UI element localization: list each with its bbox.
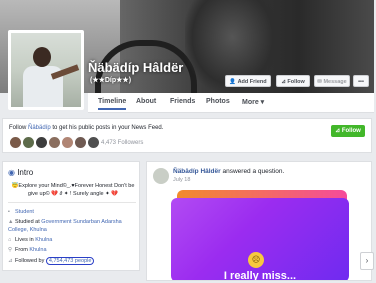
avatar[interactable] (87, 136, 100, 149)
intro-row-work: ▪ Student (8, 209, 34, 215)
post-date[interactable]: July 18 (173, 177, 190, 183)
add-friend-icon: 👤 (229, 79, 238, 85)
next-arrow-button[interactable]: › (360, 252, 374, 270)
intro-row-education: ▲ Studied at Government Sundarban Adarsha… (8, 219, 122, 233)
globe-icon: ◉ (8, 168, 18, 177)
more-options-button[interactable]: ••• (353, 75, 369, 87)
follow-bar: Follow Ňäbädíp to get his public posts i… (2, 118, 372, 153)
intro-bio: 😇Explore your Mind©_.♥Forever Honest Don… (11, 183, 135, 197)
follow-name-link[interactable]: Ňäbädíp (28, 125, 51, 131)
post-avatar[interactable] (153, 168, 169, 184)
message-button[interactable]: ✉ Message (314, 75, 350, 87)
avatar[interactable] (48, 136, 61, 149)
briefcase-icon: ▪ (8, 209, 10, 215)
avatar[interactable] (9, 136, 22, 149)
graduation-cap-icon: ▲ (8, 219, 14, 225)
avatar[interactable] (74, 136, 87, 149)
sad-face-icon: ☹ (248, 252, 264, 268)
follow-prompt: Follow Ňäbädíp to get his public posts i… (9, 125, 164, 131)
profile-subtitle: (★★Díp★★) (90, 77, 132, 84)
divider (8, 202, 136, 203)
avatar[interactable] (61, 136, 74, 149)
profile-nav: Timeline About Friends Photos More ▾ (88, 93, 374, 113)
intro-card: ◉ Intro 😇Explore your Mind©_.♥Forever Ho… (2, 161, 140, 271)
add-friend-button[interactable]: 👤 Add Friend (225, 75, 271, 87)
profile-name[interactable]: Ňäbädíp Hâldër (88, 60, 183, 75)
tab-more[interactable]: More ▾ (242, 98, 264, 106)
profile-picture[interactable] (8, 30, 84, 110)
follow-button[interactable]: ⊿ Follow (276, 75, 310, 87)
rss-icon: ⊿ (335, 128, 342, 134)
tab-about[interactable]: About (136, 98, 156, 105)
follow-green-button[interactable]: ⊿ Follow (331, 125, 365, 137)
intro-row-followed: ⊿ Followed by 4,754,473 people (8, 257, 95, 265)
location-pin-icon: ⚲ (8, 247, 13, 253)
rss-icon: ⊿ (8, 258, 13, 264)
tab-friends[interactable]: Friends (170, 98, 195, 105)
tab-photos[interactable]: Photos (206, 98, 230, 105)
avatar[interactable] (22, 136, 35, 149)
tab-timeline[interactable]: Timeline (98, 98, 127, 110)
post-card-text: I really miss... (223, 270, 297, 281)
avatar[interactable] (35, 136, 48, 149)
intro-row-from: ⚲ From Khulna (8, 247, 47, 253)
followers-count[interactable]: 4,473 Followers (101, 140, 143, 146)
post-author-link[interactable]: Ňäbädíp Hâldër (173, 168, 221, 175)
post-header: Ňäbädíp Hâldër answered a question. (173, 168, 285, 175)
post-card: Ňäbädíp Hâldër answered a question. July… (146, 161, 372, 281)
profile-figure-head (33, 47, 51, 67)
intro-header: ◉ Intro (8, 168, 34, 177)
post-image-card[interactable]: ☹ I really miss... (171, 198, 349, 281)
home-icon: ⌂ (8, 237, 12, 243)
intro-row-lives: ⌂ Lives in Khulna (8, 237, 53, 243)
